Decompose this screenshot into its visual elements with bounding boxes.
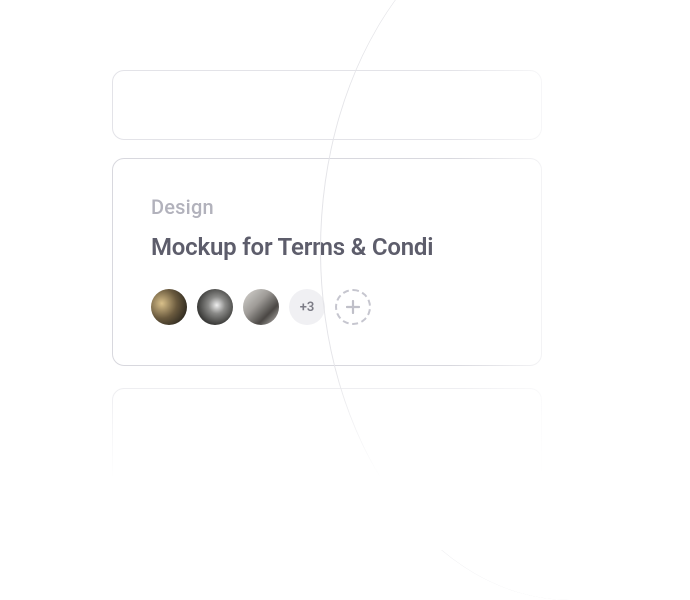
add-assignee-button[interactable] bbox=[335, 289, 371, 325]
assignee-row: +3 bbox=[151, 289, 503, 325]
assignee-avatar[interactable] bbox=[243, 289, 279, 325]
task-category-label: Design bbox=[151, 195, 503, 219]
task-card-next[interactable] bbox=[112, 388, 542, 508]
assignee-avatar[interactable] bbox=[197, 289, 233, 325]
plus-icon bbox=[346, 300, 360, 314]
task-card-previous[interactable] bbox=[112, 70, 542, 140]
task-title: Mockup for Terms & Condi bbox=[151, 233, 503, 261]
assignee-overflow-count[interactable]: +3 bbox=[289, 289, 325, 325]
assignee-avatar[interactable] bbox=[151, 289, 187, 325]
task-card[interactable]: Design Mockup for Terms & Condi +3 bbox=[112, 158, 542, 366]
